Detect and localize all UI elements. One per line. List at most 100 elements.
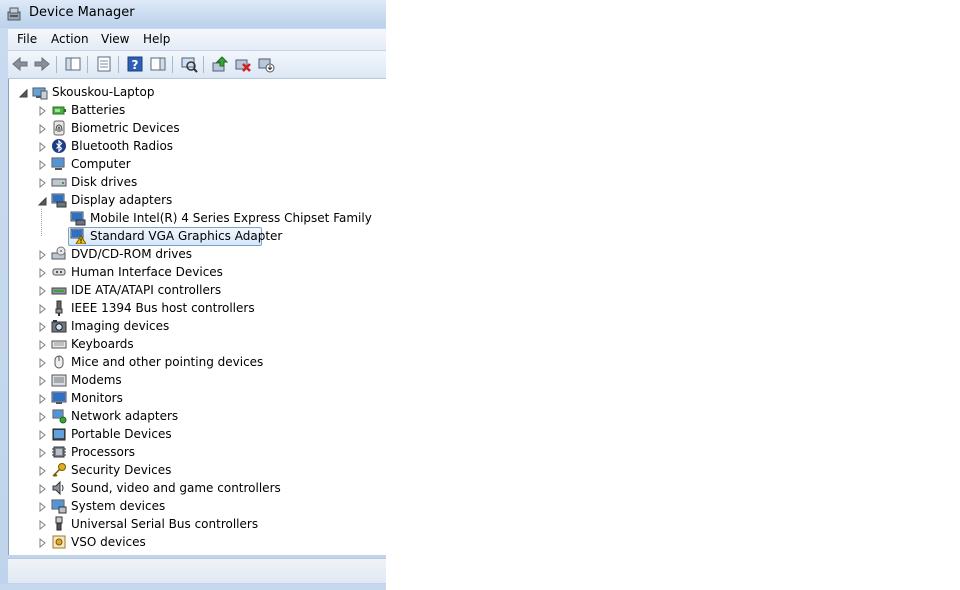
expand-arrow-icon[interactable] (37, 159, 47, 171)
toolbar-separator (203, 56, 204, 73)
tree-connector-line (41, 209, 42, 236)
tree-item-label: Network adapters (71, 409, 179, 423)
disable-device-icon[interactable] (257, 55, 275, 73)
tree-category[interactable]: Disk drives (9, 173, 386, 191)
expand-arrow-icon[interactable] (37, 393, 47, 405)
expand-arrow-icon[interactable] (37, 285, 47, 297)
tree-item-label: IEEE 1394 Bus host controllers (71, 301, 255, 315)
tree-item-label: IDE ATA/ATAPI controllers (71, 283, 222, 297)
expand-arrow-icon[interactable] (37, 321, 47, 333)
expand-arrow-icon[interactable] (37, 105, 47, 117)
expand-arrow-icon[interactable] (37, 141, 47, 153)
tree-item-label: System devices (71, 499, 166, 513)
tree-category[interactable]: IEEE 1394 Bus host controllers (9, 299, 386, 317)
tree-category[interactable]: Mice and other pointing devices (9, 353, 386, 371)
toolbar-separator (172, 56, 173, 73)
tree-category[interactable]: Universal Serial Bus controllers (9, 515, 386, 533)
device-manager-window: Device Manager File Action View Help ? S… (0, 0, 386, 590)
action-pane-icon[interactable] (149, 55, 167, 73)
expand-arrow-icon[interactable] (37, 519, 47, 531)
dvd-drive-icon (51, 246, 67, 262)
tree-category[interactable]: Human Interface Devices (9, 263, 386, 281)
menu-bar: File Action View Help (8, 29, 386, 51)
tree-device-selected[interactable]: Standard VGA Graphics Adapter (9, 227, 386, 246)
tree-category[interactable]: Bluetooth Radios (9, 137, 386, 155)
expand-arrow-icon[interactable] (37, 357, 47, 369)
tree-item-label: Display adapters (71, 193, 173, 207)
tree-category[interactable]: Imaging devices (9, 317, 386, 335)
expand-arrow-icon[interactable] (37, 375, 47, 387)
expand-arrow-icon[interactable] (37, 465, 47, 477)
collapse-arrow-icon[interactable] (37, 195, 47, 206)
tree-category[interactable]: Batteries (9, 101, 386, 119)
menu-help[interactable]: Help (143, 32, 170, 46)
toolbar: ? (8, 51, 386, 79)
expand-arrow-icon[interactable] (37, 123, 47, 135)
expand-arrow-icon[interactable] (37, 483, 47, 495)
speaker-icon (51, 480, 67, 496)
tree-category[interactable]: Display adapters (9, 191, 386, 209)
menu-file[interactable]: File (17, 32, 37, 46)
tree-category[interactable]: System devices (9, 497, 386, 515)
tree-item-label: Portable Devices (71, 427, 172, 441)
tree-category[interactable]: Keyboards (9, 335, 386, 353)
uninstall-icon[interactable] (234, 55, 252, 73)
fingerprint-icon (51, 120, 67, 136)
toolbar-separator (87, 56, 88, 73)
display-adapter-warning-icon (70, 228, 87, 245)
expand-arrow-icon[interactable] (37, 177, 47, 189)
tree-item-label: VSO devices (71, 535, 146, 549)
console-tree-icon[interactable] (64, 55, 82, 73)
tree-category[interactable]: Processors (9, 443, 386, 461)
tree-root-computer[interactable]: Skouskou-Laptop (9, 83, 386, 101)
scan-hardware-icon[interactable] (180, 55, 198, 73)
expand-arrow-icon[interactable] (37, 339, 47, 351)
status-bar (8, 558, 386, 583)
disk-drive-icon (51, 174, 67, 190)
expand-arrow-icon[interactable] (37, 537, 47, 549)
keyboard-icon (51, 336, 67, 352)
update-driver-icon[interactable] (211, 55, 229, 73)
tree-category[interactable]: Modems (9, 371, 386, 389)
hid-icon (51, 264, 67, 280)
tree-item-label: Imaging devices (71, 319, 170, 333)
expand-arrow-icon[interactable] (37, 249, 47, 261)
back-arrow-icon[interactable] (11, 55, 29, 73)
tree-category[interactable]: VSO devices (9, 533, 386, 551)
display-adapter-icon (70, 210, 86, 226)
expand-arrow-icon[interactable] (37, 429, 47, 441)
tree-category[interactable]: Network adapters (9, 407, 386, 425)
tree-category[interactable]: DVD/CD-ROM drives (9, 245, 386, 263)
collapse-arrow-icon[interactable] (18, 87, 28, 98)
properties-icon[interactable] (95, 55, 113, 73)
tree-category[interactable]: IDE ATA/ATAPI controllers (9, 281, 386, 299)
expand-arrow-icon[interactable] (37, 411, 47, 423)
expand-arrow-icon[interactable] (37, 303, 47, 315)
portable-device-icon (51, 426, 67, 442)
tree-category[interactable]: Computer (9, 155, 386, 173)
computer-icon (51, 156, 67, 172)
battery-icon (51, 102, 67, 118)
menu-view[interactable]: View (101, 32, 129, 46)
tree-item-label: Security Devices (71, 463, 172, 477)
expand-arrow-icon[interactable] (37, 501, 47, 513)
tree-category[interactable]: Biometric Devices (9, 119, 386, 137)
tree-item-label: Mice and other pointing devices (71, 355, 264, 369)
menu-action[interactable]: Action (51, 32, 89, 46)
tree-device[interactable]: Mobile Intel(R) 4 Series Express Chipset… (9, 209, 386, 227)
tree-category[interactable]: Security Devices (9, 461, 386, 479)
toolbar-separator (118, 56, 119, 73)
device-tree[interactable]: Skouskou-Laptop Batteries Biometric Device… (8, 79, 386, 555)
bluetooth-icon (51, 138, 67, 154)
help-icon[interactable]: ? (126, 55, 144, 73)
forward-arrow-icon[interactable] (33, 55, 51, 73)
tree-category[interactable]: Portable Devices (9, 425, 386, 443)
tree-item-label: Batteries (71, 103, 126, 117)
expand-arrow-icon[interactable] (37, 447, 47, 459)
tree-category[interactable]: Monitors (9, 389, 386, 407)
tree-item-label: DVD/CD-ROM drives (71, 247, 193, 261)
camera-icon (51, 318, 67, 334)
tree-category[interactable]: Sound, video and game controllers (9, 479, 386, 497)
title-bar[interactable]: Device Manager (0, 0, 386, 28)
expand-arrow-icon[interactable] (37, 267, 47, 279)
